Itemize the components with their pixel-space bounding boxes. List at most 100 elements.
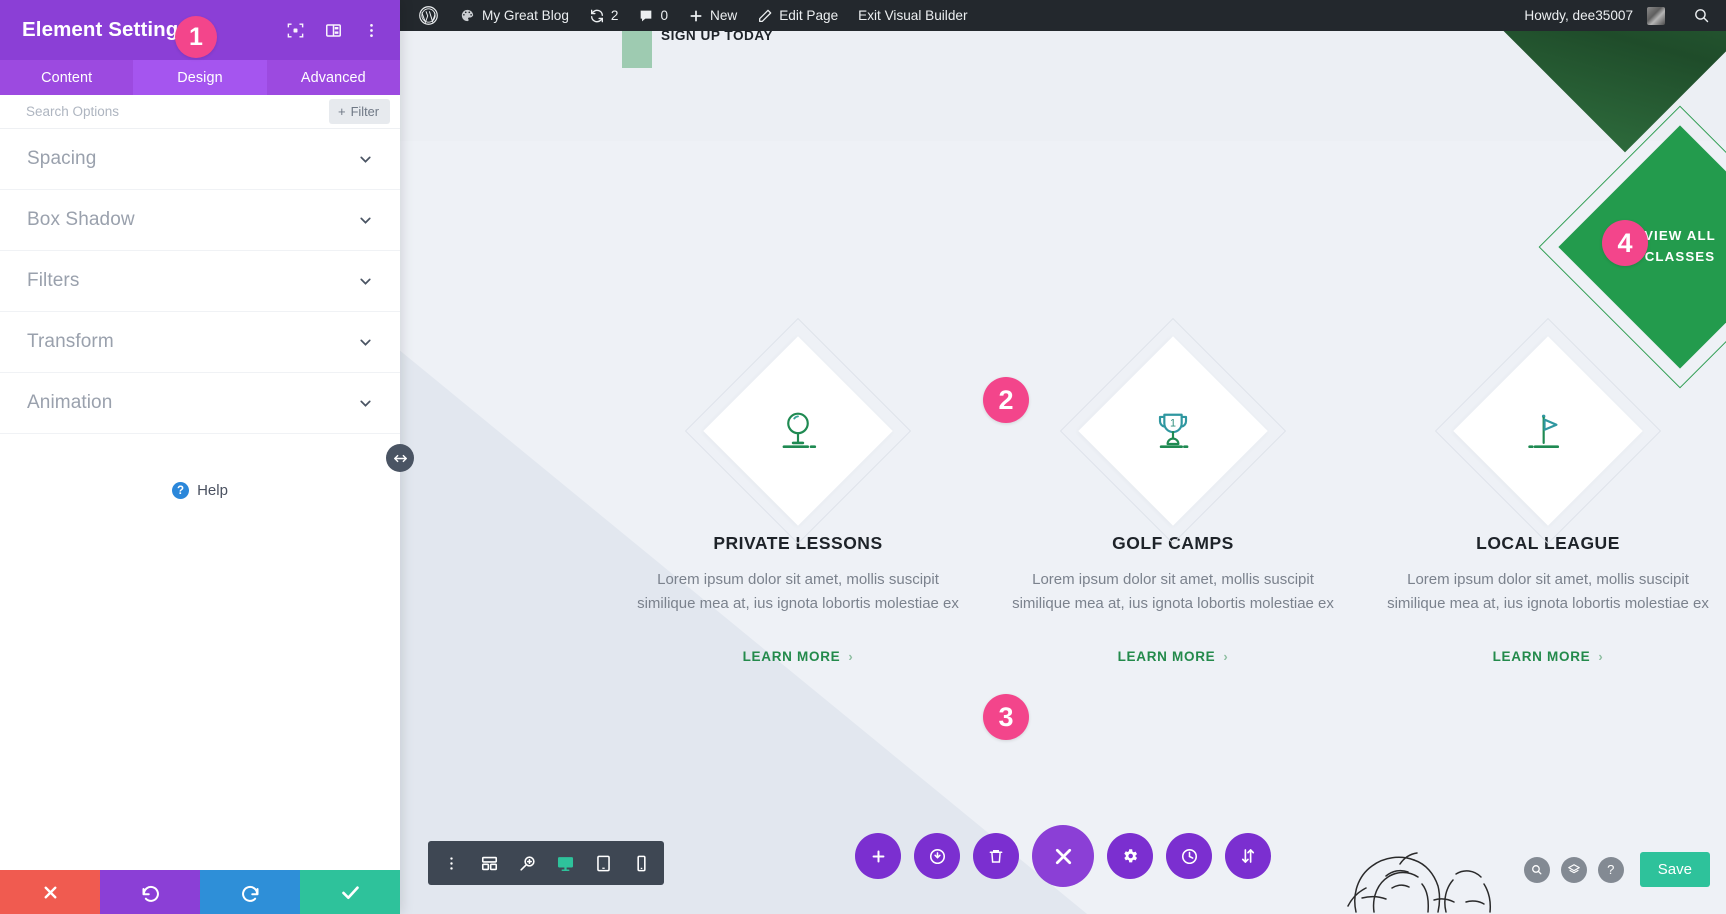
- learn-more-link[interactable]: LEARN MORE ›: [1118, 649, 1229, 664]
- wordpress-logo-icon[interactable]: [408, 0, 449, 31]
- cancel-button[interactable]: [0, 870, 100, 914]
- filter-label: Filter: [350, 104, 379, 119]
- layers-icon[interactable]: [1560, 856, 1587, 883]
- panel-action-bar: [0, 870, 400, 914]
- site-name-item[interactable]: My Great Blog: [449, 0, 579, 31]
- element-settings-panel: Element Settings Content Design Advanced: [0, 0, 414, 914]
- search-row: + Filter: [0, 95, 400, 129]
- signup-heading: SIGN UP TODAY: [661, 31, 774, 43]
- chevron-right-icon: ›: [848, 648, 854, 664]
- save-button[interactable]: Save: [1639, 852, 1710, 887]
- more-options-icon[interactable]: [432, 841, 470, 885]
- zoom-icon[interactable]: [508, 841, 546, 885]
- account-menu[interactable]: Howdy, dee35007: [1514, 0, 1675, 31]
- card-description: Lorem ipsum dolor sit amet, mollis susci…: [1387, 571, 1709, 613]
- exit-visual-builder-label: Exit Visual Builder: [858, 8, 968, 23]
- redo-button[interactable]: [200, 870, 300, 914]
- chevron-down-icon: [357, 395, 374, 412]
- help-link[interactable]: ? Help: [0, 482, 400, 499]
- chevron-down-icon: [357, 212, 374, 229]
- site-name-label: My Great Blog: [482, 8, 569, 23]
- plus-icon: +: [337, 104, 346, 119]
- admin-bar-right: Howdy, dee35007: [1514, 0, 1726, 31]
- section-label: Animation: [27, 392, 113, 413]
- step-badge-1: 1: [175, 16, 217, 58]
- comments-count: 0: [660, 8, 669, 23]
- sort-icon[interactable]: [1225, 833, 1271, 879]
- help-label: Help: [197, 482, 228, 499]
- section-transform[interactable]: Transform: [0, 312, 400, 373]
- step-badge-4: 4: [1602, 220, 1648, 266]
- learn-more-link[interactable]: LEARN MORE ›: [743, 649, 854, 664]
- golf-flag-icon: [1468, 351, 1628, 511]
- edit-page-label: Edit Page: [779, 8, 839, 23]
- card-description: Lorem ipsum dolor sit amet, mollis susci…: [637, 571, 959, 613]
- wireframe-icon[interactable]: [470, 841, 508, 885]
- golf-ball-tee-icon: [718, 351, 878, 511]
- card-private-lessons: PRIVATE LESSONS Lorem ipsum dolor sit am…: [578, 317, 1018, 666]
- tab-design[interactable]: Design: [133, 60, 267, 95]
- card-title: LOCAL LEAGUE: [1476, 533, 1620, 553]
- cta-label-line1: VIEW ALL: [1644, 228, 1716, 244]
- updates-item[interactable]: 2: [579, 0, 629, 31]
- signup-accent-swatch: [622, 31, 652, 68]
- search-input[interactable]: [26, 104, 329, 119]
- chevron-right-icon: ›: [1598, 648, 1604, 664]
- help-icon[interactable]: ?: [1597, 856, 1624, 883]
- new-item[interactable]: New: [678, 0, 747, 31]
- exit-visual-builder-item[interactable]: Exit Visual Builder: [848, 0, 977, 31]
- comments-item[interactable]: 0: [628, 0, 678, 31]
- updates-count: 2: [610, 8, 619, 23]
- chevron-down-icon: [357, 334, 374, 351]
- focus-icon[interactable]: [284, 19, 306, 41]
- wordpress-admin-bar: My Great Blog 2 0 New Edit Page Exit Vis…: [400, 0, 1726, 31]
- section-box-shadow[interactable]: Box Shadow: [0, 190, 400, 251]
- section-animation[interactable]: Animation: [0, 373, 400, 434]
- trash-icon[interactable]: [973, 833, 1019, 879]
- history-clock-icon[interactable]: [1166, 833, 1212, 879]
- card-local-league: LOCAL LEAGUE Lorem ipsum dolor sit amet,…: [1328, 317, 1726, 666]
- tab-advanced[interactable]: Advanced: [267, 60, 400, 95]
- add-icon[interactable]: [855, 833, 901, 879]
- bottom-right-tools: ? Save: [1523, 852, 1710, 887]
- card-diamond: [684, 317, 912, 545]
- layout-columns-icon[interactable]: [322, 19, 344, 41]
- filter-button[interactable]: + Filter: [328, 99, 390, 124]
- chevron-down-icon: [357, 151, 374, 168]
- learn-more-link[interactable]: LEARN MORE ›: [1493, 649, 1604, 664]
- section-label: Filters: [27, 270, 80, 291]
- svg-text:1: 1: [1170, 418, 1176, 430]
- phone-icon[interactable]: [622, 841, 660, 885]
- chevron-right-icon: ›: [1223, 648, 1229, 664]
- card-diamond: [1434, 317, 1662, 545]
- power-icon[interactable]: [914, 833, 960, 879]
- step-badge-2: 2: [983, 377, 1029, 423]
- new-label: New: [710, 8, 738, 23]
- section-spacing[interactable]: Spacing: [0, 129, 400, 190]
- search-icon[interactable]: [1675, 7, 1716, 24]
- responsive-toolbar: [428, 841, 664, 885]
- trophy-icon: 1: [1093, 351, 1253, 511]
- help-question-icon: ?: [172, 482, 190, 499]
- save-confirm-button[interactable]: [300, 870, 400, 914]
- panel-tabs: Content Design Advanced: [0, 60, 400, 95]
- edit-page-item[interactable]: Edit Page: [747, 0, 848, 31]
- learn-more-label: LEARN MORE: [1492, 648, 1591, 664]
- chevron-down-icon: [357, 273, 374, 290]
- step-badge-3: 3: [983, 694, 1029, 740]
- page-title: Element Settings: [22, 18, 190, 41]
- undo-button[interactable]: [100, 870, 200, 914]
- section-label: Box Shadow: [27, 209, 135, 230]
- learn-more-label: LEARN MORE: [742, 648, 841, 664]
- close-icon[interactable]: [1032, 825, 1094, 887]
- magnify-icon[interactable]: [1523, 856, 1550, 883]
- section-filters[interactable]: Filters: [0, 251, 400, 312]
- tab-content[interactable]: Content: [0, 60, 133, 95]
- panel-resize-handle[interactable]: [386, 444, 414, 472]
- desktop-icon[interactable]: [546, 841, 584, 885]
- more-vertical-icon[interactable]: [360, 19, 382, 41]
- tablet-icon[interactable]: [584, 841, 622, 885]
- card-description: Lorem ipsum dolor sit amet, mollis susci…: [1012, 571, 1334, 613]
- learn-more-label: LEARN MORE: [1117, 648, 1216, 664]
- settings-gear-icon[interactable]: [1107, 833, 1153, 879]
